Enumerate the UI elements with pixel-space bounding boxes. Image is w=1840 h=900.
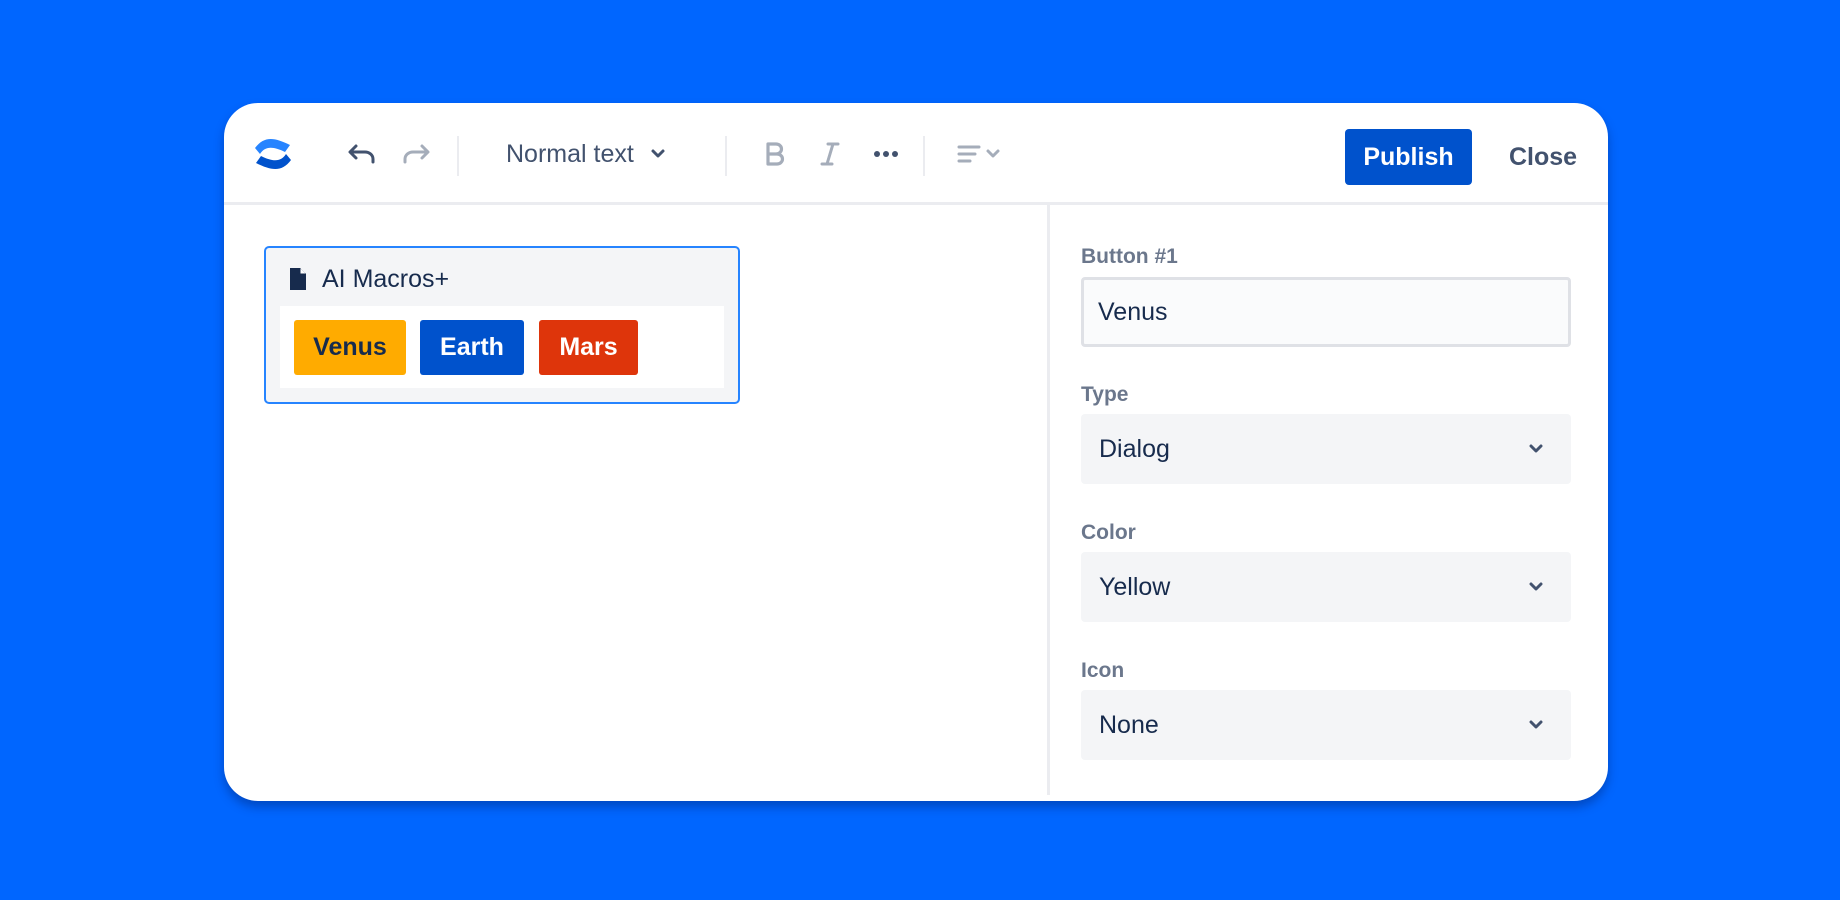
close-button[interactable]: Close <box>1488 129 1598 185</box>
text-style-dropdown[interactable]: Normal text <box>490 103 710 205</box>
editor-toolbar: Normal text Publish Close <box>224 103 1608 205</box>
bold-icon[interactable] <box>754 103 794 205</box>
macro-title: AI Macros+ <box>322 264 450 293</box>
chevron-down-icon <box>1529 720 1543 730</box>
confluence-logo-icon[interactable] <box>250 103 296 205</box>
redo-icon[interactable] <box>396 103 436 205</box>
editor-window: Normal text Publish Close AI Macros+ Ven… <box>224 103 1608 801</box>
icon-field-label: Icon <box>1081 659 1125 682</box>
macro-block[interactable]: AI Macros+ Venus Earth Mars <box>264 246 740 404</box>
text-style-label: Normal text <box>506 139 634 168</box>
macro-button-mars[interactable]: Mars <box>539 320 638 375</box>
macro-button-earth[interactable]: Earth <box>420 320 524 375</box>
button-label-field-label: Button #1 <box>1081 245 1178 268</box>
document-icon <box>288 267 308 291</box>
chevron-down-icon <box>650 148 666 160</box>
macro-header: AI Macros+ <box>288 262 449 296</box>
color-field-label: Color <box>1081 521 1136 544</box>
type-select[interactable]: Dialog <box>1081 414 1571 484</box>
align-left-icon[interactable] <box>951 103 1011 205</box>
button-label-input[interactable] <box>1081 277 1571 347</box>
button-config-panel: Button #1 Type Dialog Color Yellow Icon … <box>1081 205 1571 801</box>
toolbar-divider <box>923 136 925 176</box>
macro-button-venus[interactable]: Venus <box>294 320 406 375</box>
color-select[interactable]: Yellow <box>1081 552 1571 622</box>
publish-button[interactable]: Publish <box>1345 129 1472 185</box>
undo-icon[interactable] <box>342 103 382 205</box>
type-select-value: Dialog <box>1099 434 1170 463</box>
icon-select[interactable]: None <box>1081 690 1571 760</box>
chevron-down-icon <box>1529 582 1543 592</box>
panel-divider <box>1047 205 1050 795</box>
toolbar-divider <box>457 136 459 176</box>
italic-icon[interactable] <box>810 103 850 205</box>
type-field-label: Type <box>1081 383 1129 406</box>
toolbar-divider <box>725 136 727 176</box>
macro-body: Venus Earth Mars <box>280 306 724 388</box>
color-select-value: Yellow <box>1099 572 1171 601</box>
icon-select-value: None <box>1099 710 1159 739</box>
chevron-down-icon <box>1529 444 1543 454</box>
more-horizontal-icon[interactable] <box>866 103 906 205</box>
